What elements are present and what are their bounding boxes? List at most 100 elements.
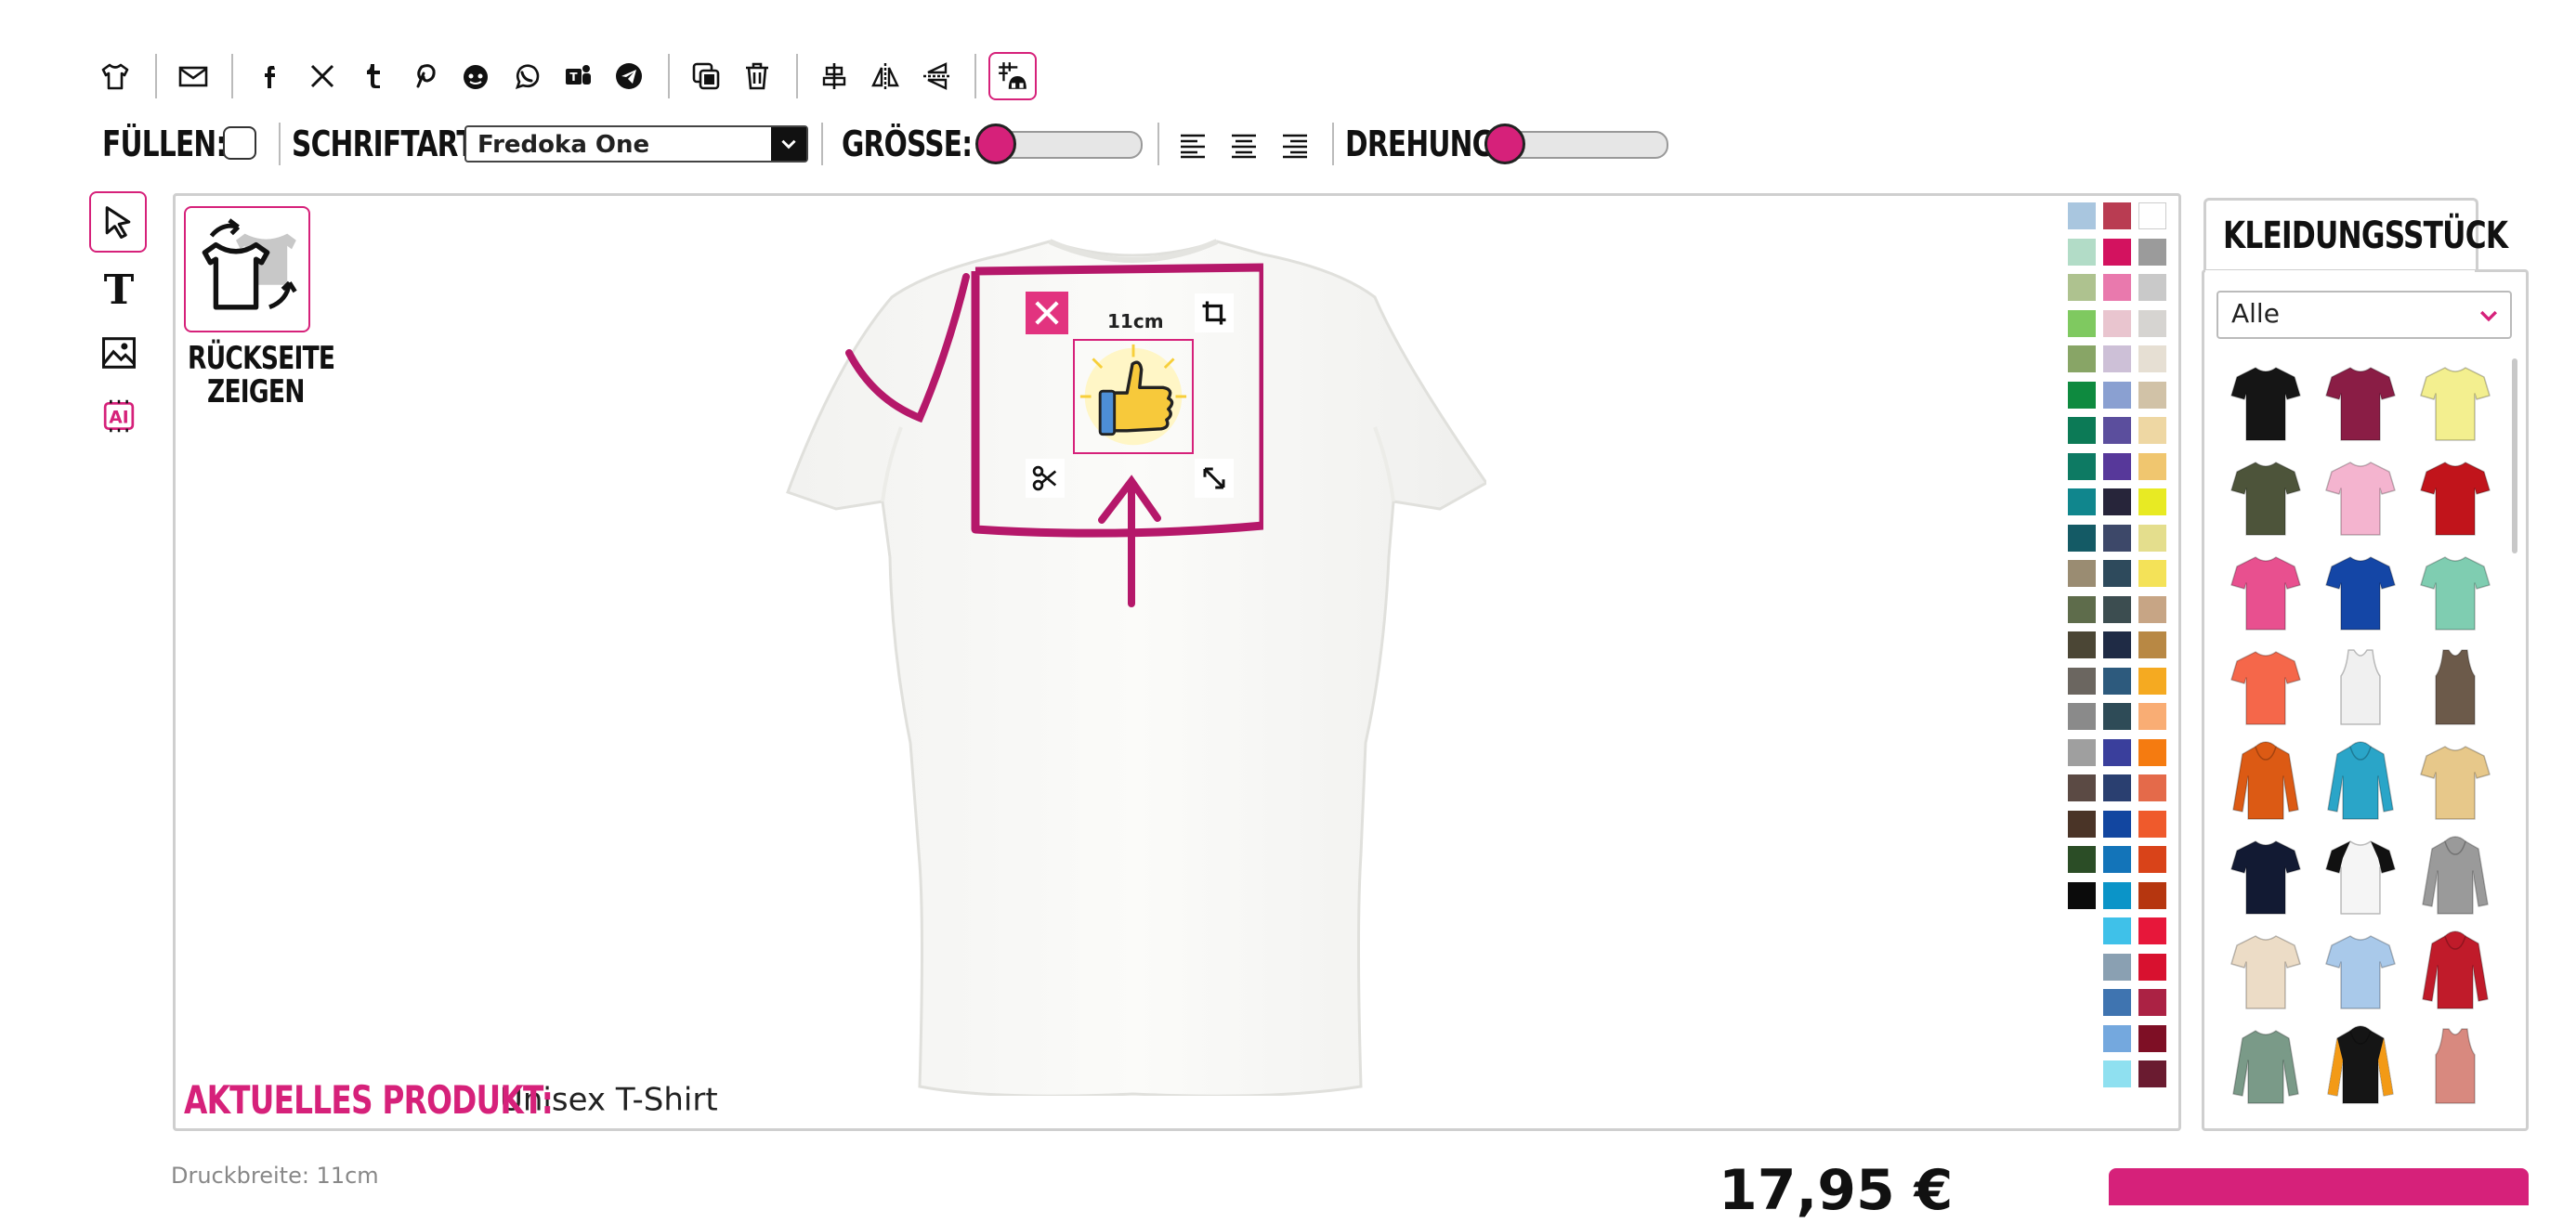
color-swatch[interactable]: [2138, 274, 2166, 301]
garment-raglan-tshirt[interactable]: [2322, 834, 2399, 917]
pinterest-icon[interactable]: [404, 56, 445, 97]
delete-element-icon[interactable]: [1026, 292, 1068, 334]
garment-yellow-tshirt[interactable]: [2417, 360, 2493, 444]
color-swatch[interactable]: [2103, 560, 2131, 587]
garment-coral-tshirt[interactable]: [2228, 644, 2304, 728]
color-swatch[interactable]: [2068, 345, 2096, 372]
color-swatch[interactable]: [2138, 309, 2166, 337]
tumblr-icon[interactable]: [353, 56, 394, 97]
color-swatch[interactable]: [2138, 452, 2166, 480]
garment-black-tshirt[interactable]: [2228, 360, 2304, 444]
color-swatch[interactable]: [2138, 738, 2166, 766]
color-swatch[interactable]: [2068, 274, 2096, 301]
color-swatch[interactable]: [2068, 667, 2096, 695]
rotation-slider-handle[interactable]: [1484, 124, 1525, 164]
color-swatch[interactable]: [2138, 560, 2166, 587]
color-swatch[interactable]: [2068, 631, 2096, 658]
color-swatch[interactable]: [2138, 1060, 2166, 1087]
color-swatch[interactable]: [2138, 381, 2166, 409]
color-swatch[interactable]: [2103, 1024, 2131, 1052]
color-swatch[interactable]: [2103, 488, 2131, 515]
color-swatch[interactable]: [2138, 345, 2166, 372]
teams-icon[interactable]: T: [557, 56, 598, 97]
color-swatch[interactable]: [2068, 452, 2096, 480]
text-icon[interactable]: T: [93, 260, 145, 316]
color-swatch[interactable]: [2138, 703, 2166, 730]
color-swatch[interactable]: [2103, 417, 2131, 444]
shirt-icon[interactable]: [95, 56, 136, 97]
color-swatch[interactable]: [2138, 417, 2166, 444]
garment-grey-hoodie[interactable]: [2417, 834, 2493, 917]
telegram-icon[interactable]: [608, 56, 649, 97]
fill-checkbox[interactable]: [223, 126, 256, 160]
color-swatch[interactable]: [2068, 309, 2096, 337]
garment-pink-tshirt[interactable]: [2228, 550, 2304, 633]
align-left-icon[interactable]: [1172, 124, 1213, 165]
garment-tie-dye-tshirt[interactable]: [2417, 739, 2493, 823]
align-center-icon[interactable]: [814, 56, 855, 97]
color-swatch[interactable]: [2103, 989, 2131, 1016]
pointer-icon[interactable]: [89, 191, 147, 253]
color-swatch[interactable]: [2103, 953, 2131, 981]
color-swatch[interactable]: [2103, 202, 2131, 229]
resize-icon[interactable]: [1195, 459, 1234, 498]
color-swatch[interactable]: [2103, 381, 2131, 409]
garment-rose-tank[interactable]: [2417, 1023, 2493, 1107]
color-swatch[interactable]: [2068, 738, 2096, 766]
x-icon[interactable]: [302, 56, 343, 97]
color-swatch[interactable]: [2068, 381, 2096, 409]
color-swatch[interactable]: [2068, 202, 2096, 229]
flip-horizontal-icon[interactable]: [865, 56, 906, 97]
design-element-frame[interactable]: [1073, 339, 1194, 454]
color-swatch[interactable]: [2138, 846, 2166, 873]
garment-black-orange-hoodie[interactable]: [2322, 1023, 2399, 1107]
color-swatch[interactable]: [2103, 524, 2131, 552]
grid-icon[interactable]: [988, 52, 1037, 100]
reddit-icon[interactable]: [455, 56, 496, 97]
add-to-cart-button[interactable]: [2109, 1168, 2529, 1205]
scissors-icon[interactable]: [1026, 459, 1065, 498]
color-swatch[interactable]: [2138, 774, 2166, 801]
duplicate-icon[interactable]: [686, 56, 726, 97]
garment-orange-hoodie[interactable]: [2228, 739, 2304, 823]
garment-scrollbar[interactable]: [2512, 358, 2517, 553]
flip-vertical-icon[interactable]: [916, 56, 957, 97]
align-right-icon[interactable]: [1275, 124, 1315, 165]
back-side-button[interactable]: [184, 206, 310, 332]
garment-olive-tshirt[interactable]: [2228, 455, 2304, 539]
garment-blue-fade-tshirt[interactable]: [2322, 929, 2399, 1012]
garment-cream-tshirt[interactable]: [2228, 929, 2304, 1012]
color-swatch[interactable]: [2103, 738, 2131, 766]
garment-burgundy-tshirt[interactable]: [2322, 360, 2399, 444]
color-swatch[interactable]: [2068, 560, 2096, 587]
garment-varsity-jacket[interactable]: [2417, 929, 2493, 1012]
color-swatch[interactable]: [2068, 595, 2096, 623]
garment-sage-longsleeve[interactable]: [2228, 1023, 2304, 1107]
garment-royal-blue-tshirt[interactable]: [2322, 550, 2399, 633]
color-swatch[interactable]: [2103, 774, 2131, 801]
color-swatch[interactable]: [2103, 846, 2131, 873]
color-swatch[interactable]: [2068, 810, 2096, 838]
color-swatch[interactable]: [2103, 881, 2131, 909]
color-swatch[interactable]: [2068, 417, 2096, 444]
chevron-down-icon[interactable]: [771, 127, 806, 161]
color-swatch[interactable]: [2138, 667, 2166, 695]
crop-icon[interactable]: [1195, 293, 1234, 332]
color-swatch[interactable]: [2138, 202, 2166, 229]
whatsapp-icon[interactable]: [506, 56, 547, 97]
color-swatch[interactable]: [2138, 238, 2166, 266]
garment-light-pink-tshirt[interactable]: [2322, 455, 2399, 539]
tab-garment[interactable]: KLEIDUNGSSTÜCK: [2203, 198, 2508, 274]
align-text-center-icon[interactable]: [1223, 124, 1264, 165]
color-swatch[interactable]: [2138, 631, 2166, 658]
garment-red-tshirt[interactable]: [2417, 455, 2493, 539]
garment-filter-select[interactable]: Alle: [2216, 291, 2512, 339]
color-swatch[interactable]: [2068, 238, 2096, 266]
color-swatch[interactable]: [2103, 595, 2131, 623]
color-swatch[interactable]: [2103, 917, 2131, 944]
size-slider-handle[interactable]: [975, 124, 1016, 164]
garment-brown-tank[interactable]: [2417, 644, 2493, 728]
color-swatch[interactable]: [2138, 989, 2166, 1016]
color-swatch[interactable]: [2068, 703, 2096, 730]
garment-turquoise-hoodie[interactable]: [2322, 739, 2399, 823]
